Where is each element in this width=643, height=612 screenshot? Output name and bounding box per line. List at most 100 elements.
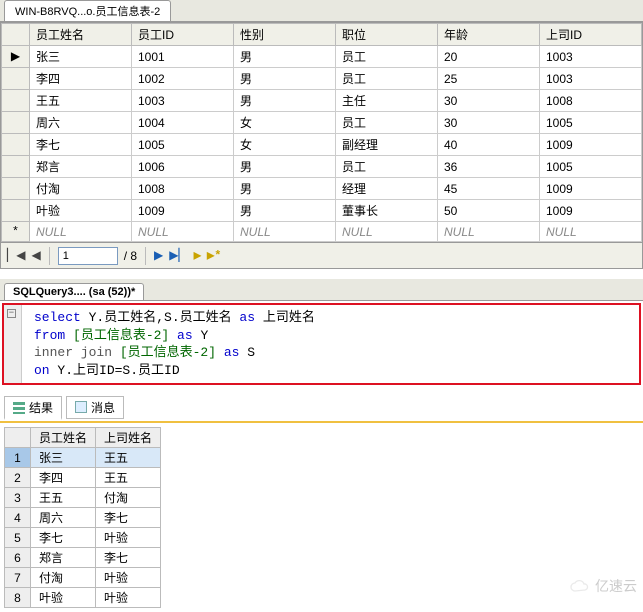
cell[interactable]: 李七 bbox=[30, 134, 132, 156]
cell[interactable]: NULL bbox=[132, 222, 234, 242]
col-header[interactable]: 员工姓名 bbox=[31, 428, 96, 448]
nav-prev-button[interactable]: ◀ bbox=[31, 248, 40, 263]
nav-position-input[interactable] bbox=[58, 247, 118, 265]
col-header[interactable]: 职位 bbox=[336, 24, 438, 46]
cell[interactable]: 李七 bbox=[96, 548, 161, 568]
table-row[interactable]: ▶张三1001男员工201003 bbox=[2, 46, 642, 68]
cell[interactable]: 王五 bbox=[31, 488, 96, 508]
row-header[interactable]: 5 bbox=[5, 528, 31, 548]
cell[interactable]: 李四 bbox=[31, 468, 96, 488]
cell[interactable]: 王五 bbox=[96, 468, 161, 488]
row-header[interactable] bbox=[2, 200, 30, 222]
result-grid[interactable]: 员工姓名 上司姓名 1张三王五2李四王五3王五付淘4周六李七5李七叶验6郑言李七… bbox=[4, 427, 161, 608]
cell[interactable]: 25 bbox=[438, 68, 540, 90]
table-row[interactable]: 4周六李七 bbox=[5, 508, 161, 528]
table-row[interactable]: 周六1004女员工301005 bbox=[2, 112, 642, 134]
table-row[interactable]: 2李四王五 bbox=[5, 468, 161, 488]
cell[interactable]: 员工 bbox=[336, 112, 438, 134]
cell[interactable]: 1002 bbox=[132, 68, 234, 90]
nav-last-button[interactable]: ▶▏ bbox=[169, 248, 187, 263]
cell[interactable]: 男 bbox=[234, 90, 336, 112]
cell[interactable]: 叶验 bbox=[30, 200, 132, 222]
row-header[interactable]: 8 bbox=[5, 588, 31, 608]
table-row[interactable]: 7付淘叶验 bbox=[5, 568, 161, 588]
cell[interactable]: NULL bbox=[30, 222, 132, 242]
cell[interactable]: 1009 bbox=[540, 134, 642, 156]
cell[interactable]: NULL bbox=[540, 222, 642, 242]
cell[interactable]: 45 bbox=[438, 178, 540, 200]
row-header[interactable]: 4 bbox=[5, 508, 31, 528]
table-row[interactable]: 王五1003男主任301008 bbox=[2, 90, 642, 112]
cell[interactable]: 男 bbox=[234, 68, 336, 90]
col-header[interactable]: 上司ID bbox=[540, 24, 642, 46]
cell[interactable]: 1001 bbox=[132, 46, 234, 68]
nav-next-button[interactable]: ▶ bbox=[154, 248, 163, 263]
cell[interactable]: 1008 bbox=[540, 90, 642, 112]
cell[interactable]: 1009 bbox=[540, 200, 642, 222]
col-header[interactable]: 性别 bbox=[234, 24, 336, 46]
cell[interactable]: NULL bbox=[438, 222, 540, 242]
table-row[interactable]: 郑言1006男员工361005 bbox=[2, 156, 642, 178]
table-row[interactable]: 李七1005女副经理401009 bbox=[2, 134, 642, 156]
cell[interactable]: 副经理 bbox=[336, 134, 438, 156]
cell[interactable]: 1006 bbox=[132, 156, 234, 178]
cell[interactable]: 1009 bbox=[540, 178, 642, 200]
cell[interactable]: 经理 bbox=[336, 178, 438, 200]
table-row[interactable]: 8叶验叶验 bbox=[5, 588, 161, 608]
cell[interactable]: 员工 bbox=[336, 46, 438, 68]
cell[interactable]: 1004 bbox=[132, 112, 234, 134]
cell[interactable]: 王五 bbox=[30, 90, 132, 112]
cell[interactable]: 董事长 bbox=[336, 200, 438, 222]
cell[interactable]: 1003 bbox=[540, 68, 642, 90]
cell[interactable]: 员工 bbox=[336, 156, 438, 178]
cell[interactable]: 李四 bbox=[30, 68, 132, 90]
cell[interactable]: 40 bbox=[438, 134, 540, 156]
cell[interactable]: 主任 bbox=[336, 90, 438, 112]
cell[interactable]: 1005 bbox=[540, 112, 642, 134]
cell[interactable]: 叶验 bbox=[96, 528, 161, 548]
row-header[interactable] bbox=[2, 178, 30, 200]
table-row[interactable]: 3王五付淘 bbox=[5, 488, 161, 508]
row-header[interactable] bbox=[2, 112, 30, 134]
col-header[interactable]: 年龄 bbox=[438, 24, 540, 46]
cell[interactable]: 1009 bbox=[132, 200, 234, 222]
cell[interactable]: 男 bbox=[234, 178, 336, 200]
cell[interactable]: 王五 bbox=[96, 448, 161, 468]
cell[interactable]: 李七 bbox=[31, 528, 96, 548]
cell[interactable]: 男 bbox=[234, 46, 336, 68]
row-header[interactable] bbox=[2, 156, 30, 178]
row-header[interactable] bbox=[2, 134, 30, 156]
cell[interactable]: 付淘 bbox=[96, 488, 161, 508]
cell[interactable]: 付淘 bbox=[31, 568, 96, 588]
col-header[interactable]: 员工ID bbox=[132, 24, 234, 46]
cell[interactable]: 女 bbox=[234, 112, 336, 134]
row-header[interactable]: * bbox=[2, 222, 30, 242]
cell[interactable]: 叶验 bbox=[96, 588, 161, 608]
cell[interactable]: 叶验 bbox=[96, 568, 161, 588]
cell[interactable]: 30 bbox=[438, 90, 540, 112]
employee-table[interactable]: 员工姓名 员工ID 性别 职位 年龄 上司ID ▶张三1001男员工201003… bbox=[1, 23, 642, 242]
cell[interactable]: 郑言 bbox=[30, 156, 132, 178]
table-row[interactable]: 李四1002男员工251003 bbox=[2, 68, 642, 90]
cell[interactable]: 张三 bbox=[31, 448, 96, 468]
cell[interactable]: 男 bbox=[234, 200, 336, 222]
row-header[interactable]: 3 bbox=[5, 488, 31, 508]
cell[interactable]: NULL bbox=[336, 222, 438, 242]
cell[interactable]: 叶验 bbox=[31, 588, 96, 608]
results-tab[interactable]: 结果 bbox=[4, 396, 62, 420]
cell[interactable]: 周六 bbox=[30, 112, 132, 134]
row-header[interactable]: 2 bbox=[5, 468, 31, 488]
row-header[interactable]: ▶ bbox=[2, 46, 30, 68]
cell[interactable]: 36 bbox=[438, 156, 540, 178]
col-header[interactable]: 上司姓名 bbox=[96, 428, 161, 448]
cell[interactable]: 付淘 bbox=[30, 178, 132, 200]
cell[interactable]: 男 bbox=[234, 156, 336, 178]
fold-icon[interactable]: − bbox=[7, 309, 16, 318]
row-header[interactable] bbox=[2, 90, 30, 112]
cell[interactable]: 张三 bbox=[30, 46, 132, 68]
nav-exec-button[interactable]: ▶* bbox=[207, 248, 221, 263]
row-header[interactable]: 1 bbox=[5, 448, 31, 468]
cell[interactable]: 郑言 bbox=[31, 548, 96, 568]
table-row[interactable]: 付淘1008男经理451009 bbox=[2, 178, 642, 200]
table-row[interactable]: 5李七叶验 bbox=[5, 528, 161, 548]
